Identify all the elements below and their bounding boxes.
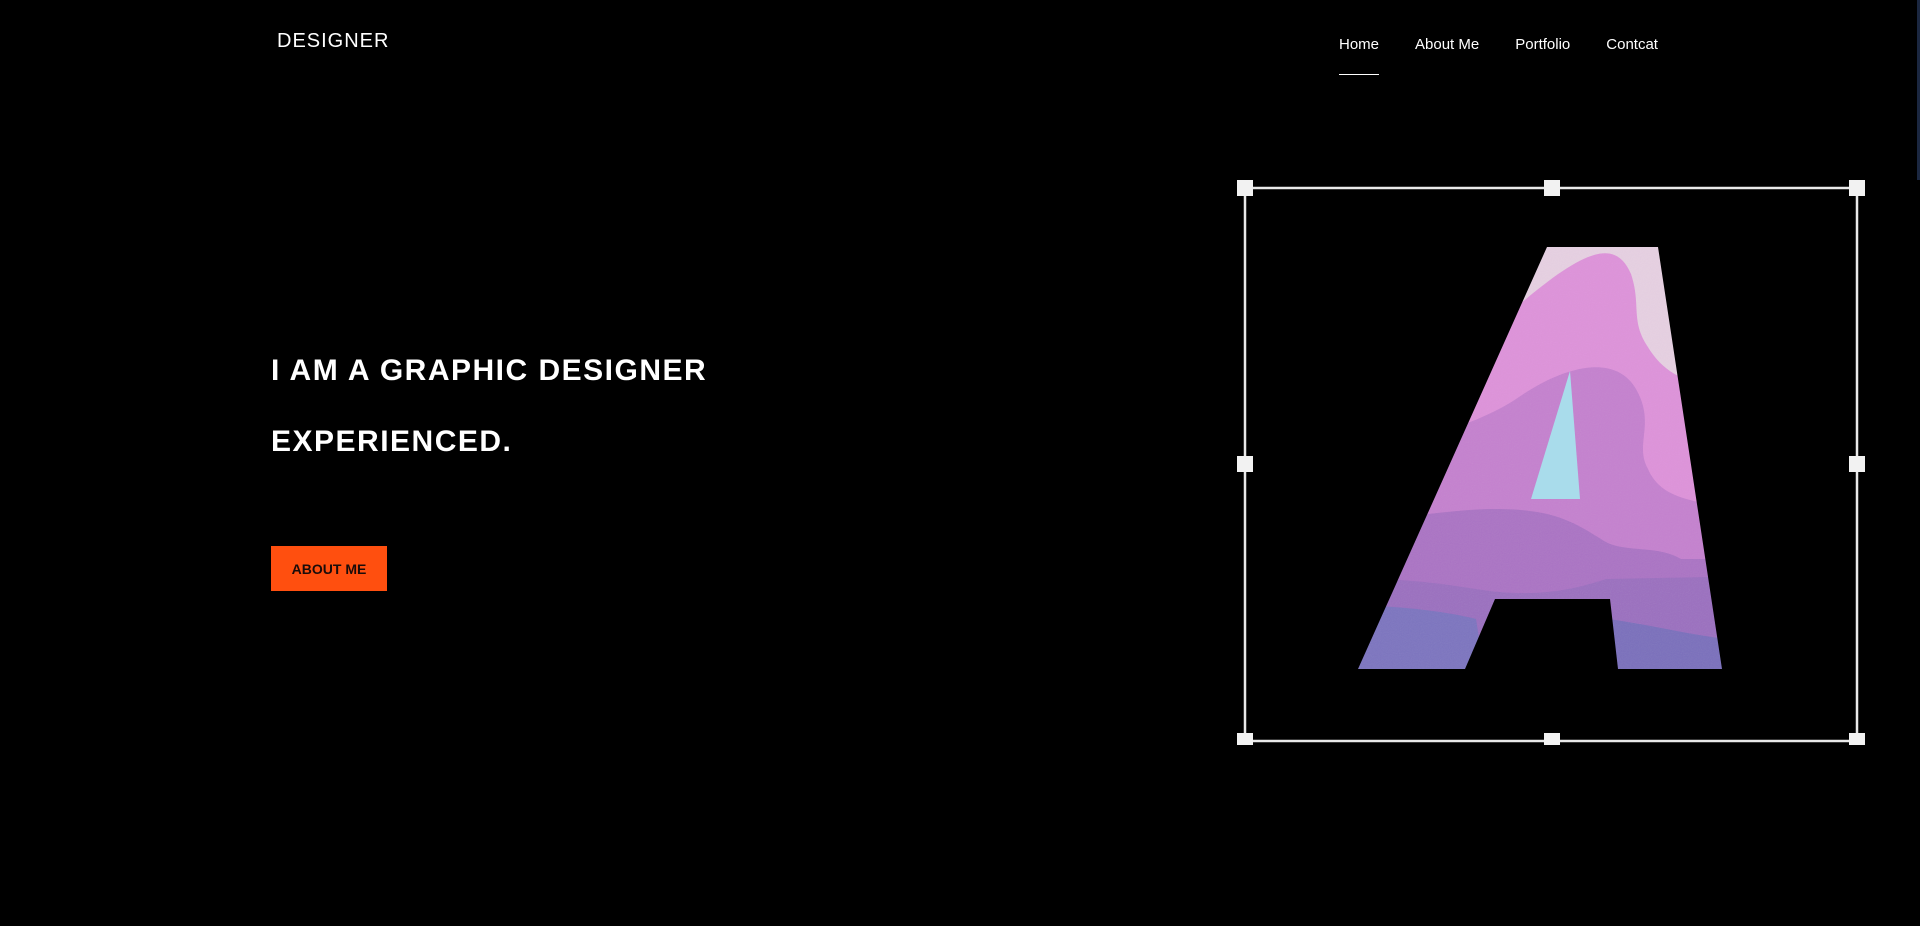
resize-handle[interactable] [1237,456,1253,472]
hero-headline: I AM A GRAPHIC DESIGNER [271,354,708,387]
nav-portfolio[interactable]: Portfolio [1515,36,1570,53]
resize-handle[interactable] [1237,733,1253,745]
nav-about-me[interactable]: About Me [1415,36,1479,53]
resize-handle[interactable] [1849,733,1865,745]
page: DESIGNER Home About Me Portfolio Contcat… [0,0,1920,926]
hero-subheadline: EXPERIENCED. [271,425,513,458]
nav-home[interactable]: Home [1339,36,1380,75]
resize-handle[interactable] [1849,456,1865,472]
about-me-button[interactable]: ABOUT ME [271,546,387,591]
resize-handle[interactable] [1849,180,1865,196]
nav-contact[interactable]: Contcat [1606,36,1658,53]
main-nav: Home About Me Portfolio Contcat [1339,36,1658,75]
resize-handle[interactable] [1544,180,1560,196]
resize-handle[interactable] [1237,180,1253,196]
letter-a-artwork[interactable] [1236,179,1866,745]
brand-logo[interactable]: DESIGNER [277,30,389,53]
resize-handle[interactable] [1544,733,1560,745]
